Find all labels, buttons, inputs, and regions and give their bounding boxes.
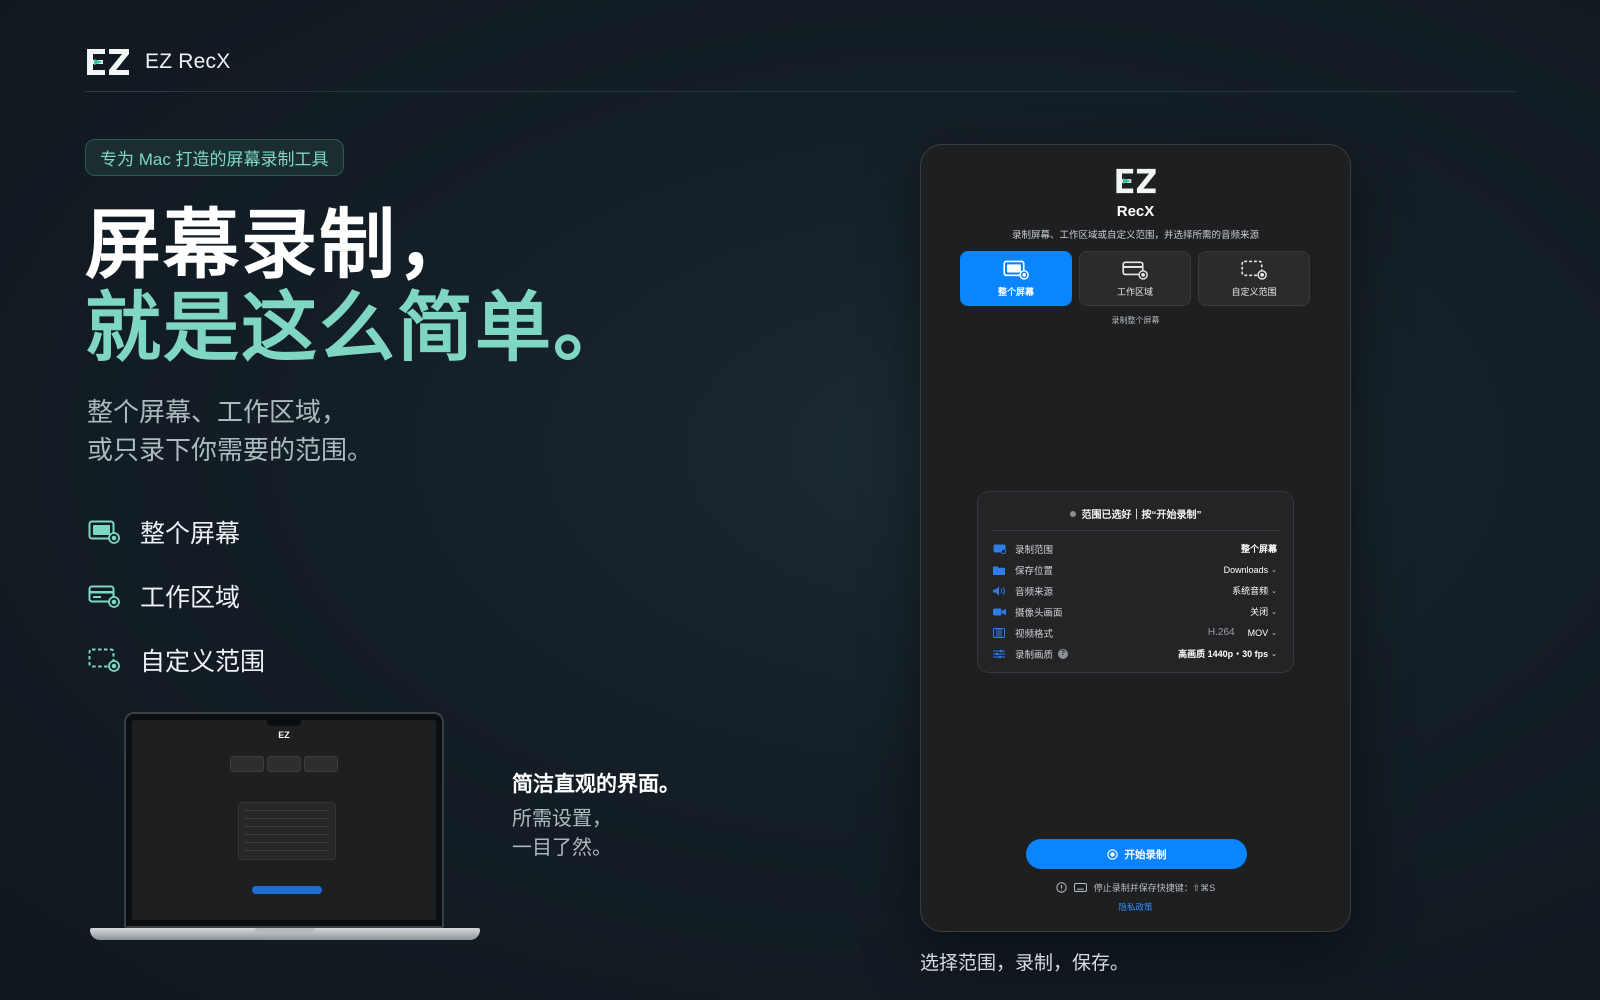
feature-full-screen: 整个屏幕 bbox=[88, 514, 240, 550]
mini-mode-tabs bbox=[230, 756, 338, 772]
custom-area-icon bbox=[1241, 260, 1267, 280]
window-caption: 选择范围，录制，保存。 bbox=[920, 953, 1130, 974]
setting-label-wrap: 录制画质? bbox=[1015, 647, 1178, 661]
hero-title-line1: 屏幕录制， bbox=[85, 203, 475, 288]
speaker-icon bbox=[992, 586, 1006, 596]
shortcut-text: 停止录制并保存快捷键：⇧⌘S bbox=[1093, 883, 1216, 893]
caption-text: 所需设置， 一目了然。 bbox=[512, 805, 612, 863]
chevron-down-icon: ⌄ bbox=[1271, 650, 1277, 658]
tagline-badge: 专为 Mac 打造的屏幕录制工具 bbox=[85, 139, 344, 176]
camera-icon bbox=[992, 607, 1006, 617]
laptop-screen: EZ bbox=[124, 712, 444, 928]
mini-logo: EZ bbox=[278, 730, 290, 740]
setting-label: 摄像头画面 bbox=[1015, 607, 1063, 619]
setting-label: 录制范围 bbox=[1015, 544, 1054, 556]
setting-label: 音频来源 bbox=[1015, 586, 1054, 598]
mode-label: 整个屏幕 bbox=[997, 286, 1034, 297]
mode-full-screen[interactable]: 整个屏幕 bbox=[960, 251, 1072, 306]
folder-icon bbox=[992, 565, 1006, 575]
status-text: 范围已选好｜按“开始录制” bbox=[1081, 510, 1202, 521]
work-area-icon bbox=[88, 583, 120, 609]
setting-value: 关闭 bbox=[1250, 607, 1269, 617]
app-window: RecX 录制屏幕、工作区域或自定义范围，并选择所需的音频来源 整个屏幕 工作区… bbox=[920, 144, 1351, 932]
ez-logo-icon bbox=[87, 48, 129, 75]
setting-dropdown[interactable]: 系统音频 ⌄ bbox=[1232, 584, 1277, 597]
privacy-policy-link[interactable]: 隐私政策 bbox=[921, 901, 1350, 913]
setting-label: 录制画质 bbox=[1015, 649, 1054, 661]
laptop-base bbox=[90, 928, 480, 940]
start-recording-button[interactable]: 开始录制 bbox=[1026, 839, 1247, 869]
work-area-icon bbox=[1122, 260, 1148, 280]
mode-selector: 整个屏幕 工作区域 自定义范围 bbox=[960, 251, 1310, 306]
mode-label: 自定义范围 bbox=[1231, 286, 1277, 297]
help-icon[interactable]: ? bbox=[1058, 648, 1069, 659]
caption-line1: 所需设置， bbox=[512, 808, 612, 830]
record-icon bbox=[1106, 848, 1118, 860]
start-recording-label: 开始录制 bbox=[1124, 848, 1167, 861]
hero-title-line2: 就是这么简单。 bbox=[85, 286, 631, 371]
hero-subtitle-line2: 或只录下你需要的范围。 bbox=[87, 435, 374, 465]
setting-dropdown[interactable]: Downloads ⌄ bbox=[1224, 565, 1277, 575]
brand-name[interactable]: EZ RecX bbox=[145, 50, 230, 74]
setting-value: 系统音频 bbox=[1232, 586, 1269, 596]
setting-row-save-location[interactable]: 保存位置 Downloads ⌄ bbox=[992, 559, 1277, 580]
full-screen-icon bbox=[88, 519, 120, 545]
laptop-mockup: EZ bbox=[90, 712, 480, 947]
mini-start-button bbox=[252, 886, 322, 894]
status-dot-icon bbox=[1069, 510, 1076, 517]
chevron-down-icon: ⌄ bbox=[1271, 566, 1277, 574]
settings-card: 范围已选好｜按“开始录制” 录制范围 整个屏幕 保存位置 Downloads ⌄ … bbox=[977, 491, 1294, 673]
setting-row-camera[interactable]: 摄像头画面 关闭 ⌄ bbox=[992, 601, 1277, 622]
caption-title: 简洁直观的界面。 bbox=[512, 773, 680, 796]
setting-dropdown[interactable]: 关闭 ⌄ bbox=[1250, 605, 1277, 618]
setting-value: MOV bbox=[1247, 627, 1269, 638]
film-icon bbox=[992, 627, 1006, 638]
setting-value: Downloads bbox=[1223, 564, 1269, 575]
setting-value: 整个屏幕 bbox=[1240, 544, 1277, 554]
mode-work-area[interactable]: 工作区域 bbox=[1079, 251, 1191, 306]
setting-row-range: 录制范围 整个屏幕 bbox=[992, 538, 1277, 559]
setting-dropdown[interactable]: H.264 MOV ⌄ bbox=[1208, 627, 1277, 638]
chevron-down-icon: ⌄ bbox=[1271, 587, 1277, 595]
hero-subtitle-line1: 整个屏幕、工作区域， bbox=[87, 397, 348, 427]
shortcut-hint: 停止录制并保存快捷键：⇧⌘S bbox=[921, 881, 1350, 894]
feature-label: 整个屏幕 bbox=[140, 520, 241, 548]
codec-value: H.264 bbox=[1207, 627, 1235, 638]
feature-label: 自定义范围 bbox=[140, 648, 266, 676]
laptop-screen-preview: EZ bbox=[132, 720, 436, 920]
landing-page: EZ RecX 专为 Mac 打造的屏幕录制工具 屏幕录制， 就是这么简单。 整… bbox=[0, 0, 1600, 1000]
full-screen-icon bbox=[1003, 260, 1029, 280]
site-header: EZ RecX bbox=[85, 44, 1515, 92]
chevron-down-icon: ⌄ bbox=[1271, 629, 1277, 637]
settings-list: 录制范围 整个屏幕 保存位置 Downloads ⌄ 音频来源 系统音频 ⌄ 摄像头… bbox=[992, 538, 1277, 664]
setting-label: 视频格式 bbox=[1015, 628, 1054, 640]
setting-row-quality[interactable]: 录制画质? 高画质 1440p・30 fps ⌄ bbox=[992, 643, 1277, 664]
keyboard-icon bbox=[1073, 883, 1087, 892]
app-title: RecX bbox=[1116, 203, 1155, 220]
setting-value: 高画质 1440p・30 fps bbox=[1178, 649, 1269, 659]
caption-line2: 一目了然。 bbox=[512, 837, 612, 859]
chevron-down-icon: ⌄ bbox=[1271, 608, 1277, 616]
mode-label: 工作区域 bbox=[1116, 286, 1153, 297]
mode-hint: 录制整个屏幕 bbox=[1111, 316, 1160, 325]
custom-area-icon bbox=[88, 647, 120, 673]
status-header: 范围已选好｜按“开始录制” bbox=[978, 506, 1293, 521]
feature-custom-area: 自定义范围 bbox=[88, 642, 265, 678]
app-logo-icon bbox=[1115, 168, 1156, 194]
feature-work-area: 工作区域 bbox=[88, 578, 240, 614]
info-icon[interactable] bbox=[1056, 882, 1067, 893]
mini-settings-card bbox=[238, 802, 336, 860]
setting-row-format[interactable]: 视频格式 H.264 MOV ⌄ bbox=[992, 622, 1277, 643]
feature-label: 工作区域 bbox=[140, 584, 241, 612]
setting-label: 保存位置 bbox=[1015, 565, 1054, 577]
screen-icon bbox=[992, 544, 1006, 554]
app-description: 录制屏幕、工作区域或自定义范围，并选择所需的音频来源 bbox=[1011, 230, 1259, 241]
setting-row-audio[interactable]: 音频来源 系统音频 ⌄ bbox=[992, 580, 1277, 601]
sliders-icon bbox=[992, 649, 1006, 659]
hero-subtitle: 整个屏幕、工作区域， 或只录下你需要的范围。 bbox=[87, 393, 373, 469]
setting-dropdown[interactable]: 高画质 1440p・30 fps ⌄ bbox=[1178, 647, 1277, 660]
mode-custom-area[interactable]: 自定义范围 bbox=[1198, 251, 1310, 306]
